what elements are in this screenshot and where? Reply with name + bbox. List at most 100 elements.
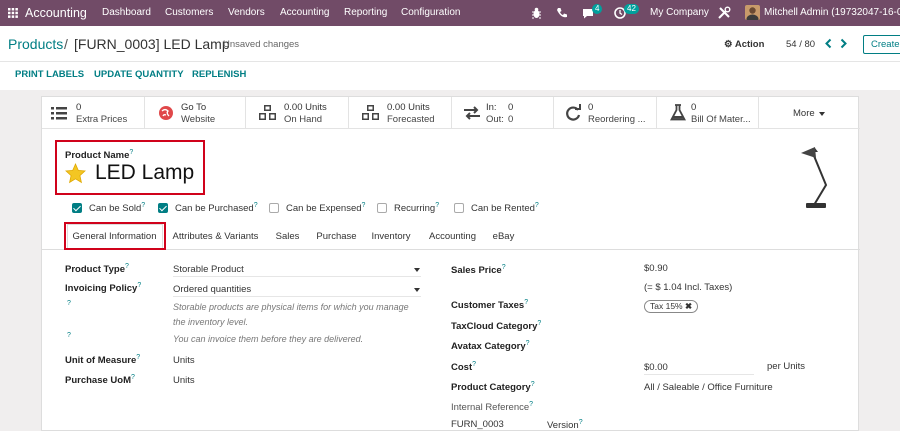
product-type-hint: Storable products are physical items for… xyxy=(173,302,409,312)
invoicing-policy-select[interactable]: Ordered quantities xyxy=(173,284,251,295)
pager-previous-icon[interactable] xyxy=(824,38,833,49)
apps-menu-icon[interactable] xyxy=(8,8,18,18)
pager-next-icon[interactable] xyxy=(839,38,848,49)
tab-accounting[interactable]: Accounting xyxy=(421,225,485,249)
list-icon xyxy=(50,104,68,122)
gear-icon: ⚙ xyxy=(724,39,733,50)
product-type-underline xyxy=(173,276,421,277)
exchange-icon xyxy=(462,104,480,122)
customer-taxes-label: Customer Taxes? xyxy=(451,299,529,312)
globe-icon xyxy=(157,104,175,122)
can-be-purchased-checkbox[interactable] xyxy=(158,203,168,213)
menu-dashboard[interactable]: Dashboard xyxy=(102,0,151,26)
go-to-label: Go To xyxy=(181,102,207,113)
breadcrumb-separator: / xyxy=(64,36,68,52)
recurring-checkbox[interactable] xyxy=(377,203,387,213)
in-out-button[interactable]: In: 0 Out: 0 xyxy=(452,97,554,129)
product-category-field[interactable]: All / Saleable / Office Furniture xyxy=(644,382,773,393)
pager-value[interactable]: 54 / 80 xyxy=(786,39,815,50)
action-bar: PRINT LABELS UPDATE QUANTITY REPLENISH xyxy=(0,63,900,90)
can-be-sold-label: Can be Sold? xyxy=(89,202,146,215)
product-category-label: Product Category? xyxy=(451,381,535,394)
tax-tag[interactable]: Tax 15% ✖ xyxy=(644,300,699,313)
can-be-purchased-label: Can be Purchased? xyxy=(175,202,258,215)
unit-of-measure-label: Unit of Measure? xyxy=(65,354,141,367)
recurring-label: Recurring? xyxy=(394,202,440,215)
form-sheet: 0 Extra Prices Go To Website 0.00 Units … xyxy=(41,96,860,431)
menu-customers[interactable]: Customers xyxy=(165,0,213,26)
invoicing-policy-hint: You can invoice them before they are del… xyxy=(173,334,364,344)
invoicing-policy-underline xyxy=(173,296,421,297)
avatar[interactable] xyxy=(745,5,760,20)
replenish-button[interactable]: REPLENISH xyxy=(192,63,246,90)
help-icon: ? xyxy=(67,300,71,307)
create-button[interactable]: Create xyxy=(863,35,900,54)
menu-configuration[interactable]: Configuration xyxy=(401,0,460,26)
on-hand-quantity: 0.00 Units xyxy=(284,102,327,113)
extra-prices-button[interactable]: 0 Extra Prices xyxy=(42,97,145,129)
product-name-input[interactable]: LED Lamp xyxy=(95,161,194,185)
forecasted-label: Forecasted xyxy=(387,114,435,125)
update-quantity-button[interactable]: UPDATE QUANTITY xyxy=(94,63,184,90)
can-be-sold-checkbox[interactable] xyxy=(72,203,82,213)
menu-accounting[interactable]: Accounting xyxy=(280,0,329,26)
cubes-icon xyxy=(258,104,276,122)
reordering-rules-button[interactable]: 0 Reordering ... xyxy=(554,97,657,129)
on-hand-button[interactable]: 0.00 Units On Hand xyxy=(246,97,349,129)
invoicing-policy-label: Invoicing Policy? xyxy=(65,282,142,295)
taxcloud-category-label: TaxCloud Category? xyxy=(451,320,542,333)
tools-icon[interactable] xyxy=(717,6,731,20)
app-title[interactable]: Accounting xyxy=(25,0,87,26)
breadcrumb-products[interactable]: Products xyxy=(8,36,63,52)
tab-purchase[interactable]: Purchase xyxy=(310,225,364,249)
bill-of-materials-button[interactable]: 0 Bill Of Mater... xyxy=(657,97,759,129)
more-button[interactable]: More xyxy=(759,97,860,129)
menu-vendors[interactable]: Vendors xyxy=(228,0,265,26)
avatax-category-label: Avatax Category? xyxy=(451,340,530,353)
bom-count: 0 xyxy=(691,102,697,113)
reordering-label: Reordering ... xyxy=(588,114,646,125)
flask-icon xyxy=(669,104,687,122)
action-menu-button[interactable]: ⚙ Action xyxy=(724,39,764,50)
version-label: Version? xyxy=(547,419,583,431)
chevron-down-icon[interactable] xyxy=(414,268,420,272)
can-be-expensed-checkbox[interactable] xyxy=(269,203,279,213)
unit-of-measure-field[interactable]: Units xyxy=(173,355,195,366)
in-label: In: xyxy=(486,102,497,113)
forecasted-quantity: 0.00 Units xyxy=(387,102,430,113)
chevron-down-icon[interactable] xyxy=(414,288,420,292)
internal-reference-field[interactable]: FURN_0003 xyxy=(451,419,504,430)
chevron-down-icon xyxy=(819,112,825,116)
reordering-count: 0 xyxy=(588,102,594,113)
remove-tag-icon[interactable]: ✖ xyxy=(685,301,692,311)
forecasted-button[interactable]: 0.00 Units Forecasted xyxy=(349,97,452,129)
go-to-website-button[interactable]: Go To Website xyxy=(145,97,246,129)
product-image[interactable] xyxy=(794,145,842,213)
menu-reporting[interactable]: Reporting xyxy=(344,0,387,26)
user-menu[interactable]: Mitchell Admin (19732047-16-0-a xyxy=(764,0,900,26)
company-switcher[interactable]: My Company xyxy=(650,0,709,26)
cubes-icon xyxy=(361,104,379,122)
cost-label: Cost? xyxy=(451,361,477,374)
print-labels-button[interactable]: PRINT LABELS xyxy=(15,63,84,90)
in-count: 0 xyxy=(508,102,514,113)
sales-price-label: Sales Price? xyxy=(451,264,506,277)
tab-general-information[interactable]: General Information xyxy=(67,225,163,249)
on-hand-label: On Hand xyxy=(284,114,323,125)
product-type-select[interactable]: Storable Product xyxy=(173,264,244,275)
refresh-icon xyxy=(564,104,582,122)
can-be-rented-checkbox[interactable] xyxy=(454,203,464,213)
bug-icon[interactable] xyxy=(531,7,542,19)
cost-field[interactable]: $0.00 xyxy=(644,362,668,373)
favorite-star-icon[interactable] xyxy=(65,163,86,184)
phone-icon[interactable] xyxy=(556,7,568,19)
purchase-uom-field[interactable]: Units xyxy=(173,375,195,386)
per-units-label: per Units xyxy=(767,361,806,372)
sales-price-field[interactable]: $0.90 xyxy=(644,263,668,274)
tab-ebay[interactable]: eBay xyxy=(487,225,521,249)
tab-sales[interactable]: Sales xyxy=(268,225,308,249)
tab-attributes-variants[interactable]: Attributes & Variants xyxy=(166,225,266,249)
can-be-rented-label: Can be Rented? xyxy=(471,202,539,215)
tab-inventory[interactable]: Inventory xyxy=(365,225,418,249)
purchase-uom-label: Purchase UoM? xyxy=(65,374,135,387)
